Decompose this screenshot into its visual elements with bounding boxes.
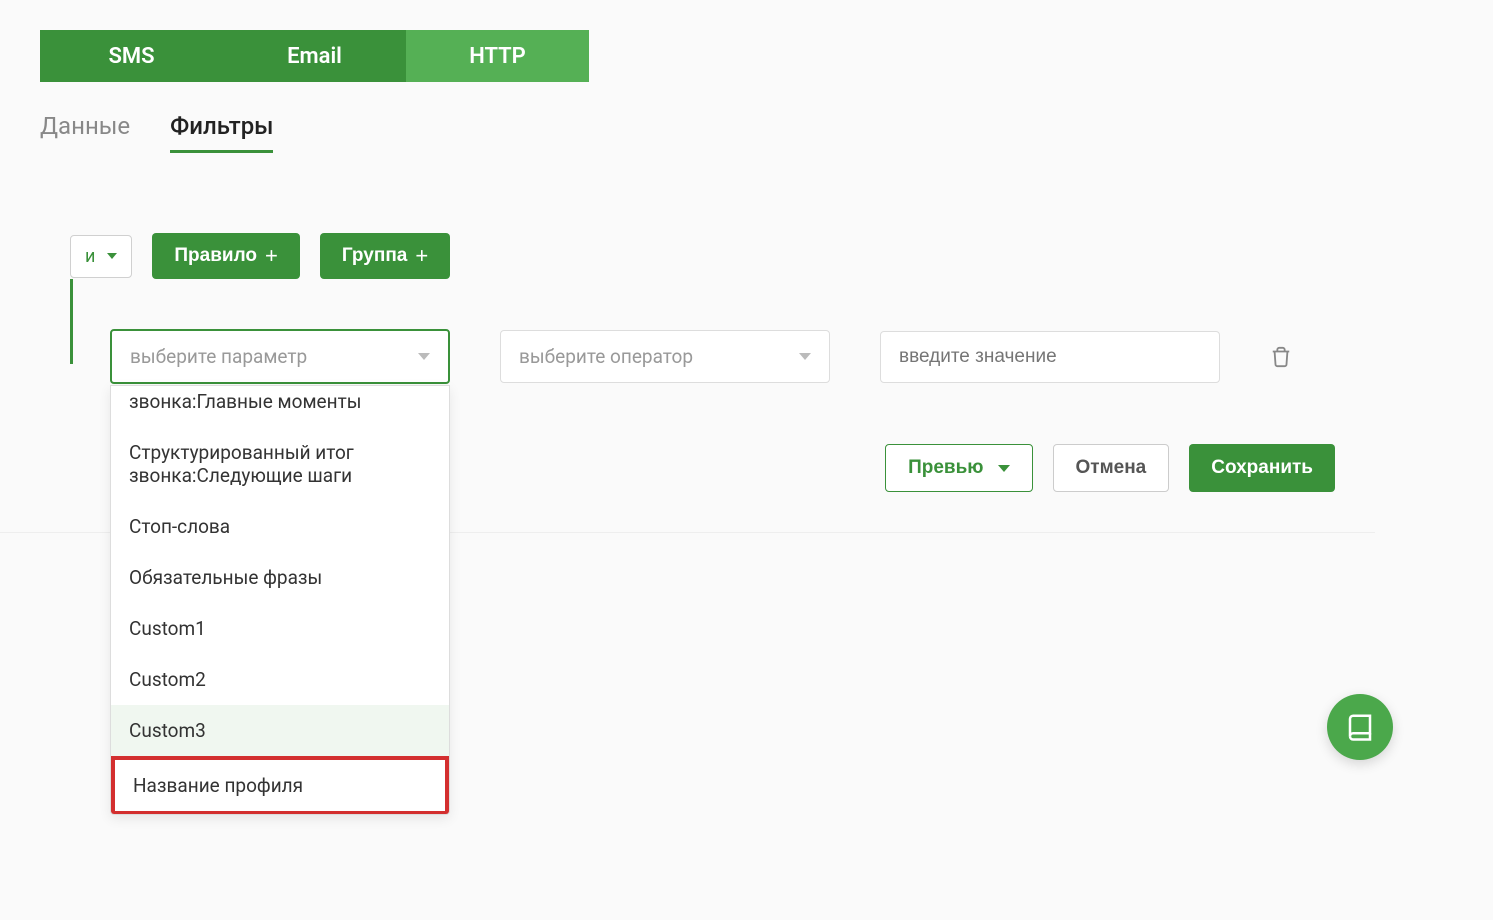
book-icon — [1345, 712, 1375, 742]
caret-down-icon — [107, 253, 117, 259]
operator-placeholder: выберите оператор — [519, 345, 693, 368]
parameter-dropdown[interactable]: звонка:Главные моменты Структурированный… — [110, 385, 450, 815]
operator-select[interactable]: выберите оператор — [500, 330, 830, 383]
rule-row: выберите параметр звонка:Главные моменты… — [110, 329, 1335, 384]
dropdown-item[interactable]: Обязательные фразы — [111, 552, 449, 603]
sub-tabs: Данные Фильтры — [40, 112, 1335, 153]
dropdown-item[interactable]: звонка:Главные моменты — [111, 386, 449, 427]
save-label: Сохранить — [1211, 457, 1313, 479]
chevron-down-icon — [418, 353, 430, 360]
tab-http[interactable]: HTTP — [406, 30, 589, 82]
preview-button[interactable]: Превью — [885, 444, 1032, 492]
parameter-placeholder: выберите параметр — [130, 345, 307, 368]
tab-email[interactable]: Email — [223, 30, 406, 82]
plus-icon: + — [265, 245, 278, 267]
dropdown-item[interactable]: Custom2 — [111, 654, 449, 705]
subtab-data[interactable]: Данные — [40, 112, 130, 153]
cancel-label: Отмена — [1076, 457, 1147, 479]
save-button[interactable]: Сохранить — [1189, 444, 1335, 492]
logic-operator-label: и — [85, 246, 95, 267]
channel-tabs: SMS Email HTTP — [40, 30, 1335, 82]
dropdown-item-profile-name[interactable]: Название профиля — [111, 756, 449, 815]
value-input[interactable] — [880, 331, 1220, 383]
chevron-down-icon — [799, 353, 811, 360]
tab-sms[interactable]: SMS — [40, 30, 223, 82]
cancel-button[interactable]: Отмена — [1053, 444, 1170, 492]
dropdown-item[interactable]: Custom3 — [111, 705, 449, 756]
chevron-down-icon — [998, 465, 1010, 472]
add-rule-label: Правило — [174, 245, 257, 267]
add-group-button[interactable]: Группа + — [320, 233, 450, 279]
parameter-select[interactable]: выберите параметр — [110, 329, 450, 384]
dropdown-item[interactable]: Стоп-слова — [111, 501, 449, 552]
subtab-filters[interactable]: Фильтры — [170, 112, 273, 153]
add-rule-button[interactable]: Правило + — [152, 233, 299, 279]
add-group-label: Группа — [342, 245, 408, 267]
preview-label: Превью — [908, 457, 983, 479]
tree-line — [70, 279, 73, 364]
dropdown-item[interactable]: Custom1 — [111, 603, 449, 654]
trash-icon[interactable] — [1270, 345, 1292, 369]
logic-operator-select[interactable]: и — [70, 235, 132, 278]
dropdown-item[interactable]: Структурированный итог звонка:Следующие … — [111, 427, 449, 501]
help-fab[interactable] — [1327, 694, 1393, 760]
plus-icon: + — [415, 245, 428, 267]
